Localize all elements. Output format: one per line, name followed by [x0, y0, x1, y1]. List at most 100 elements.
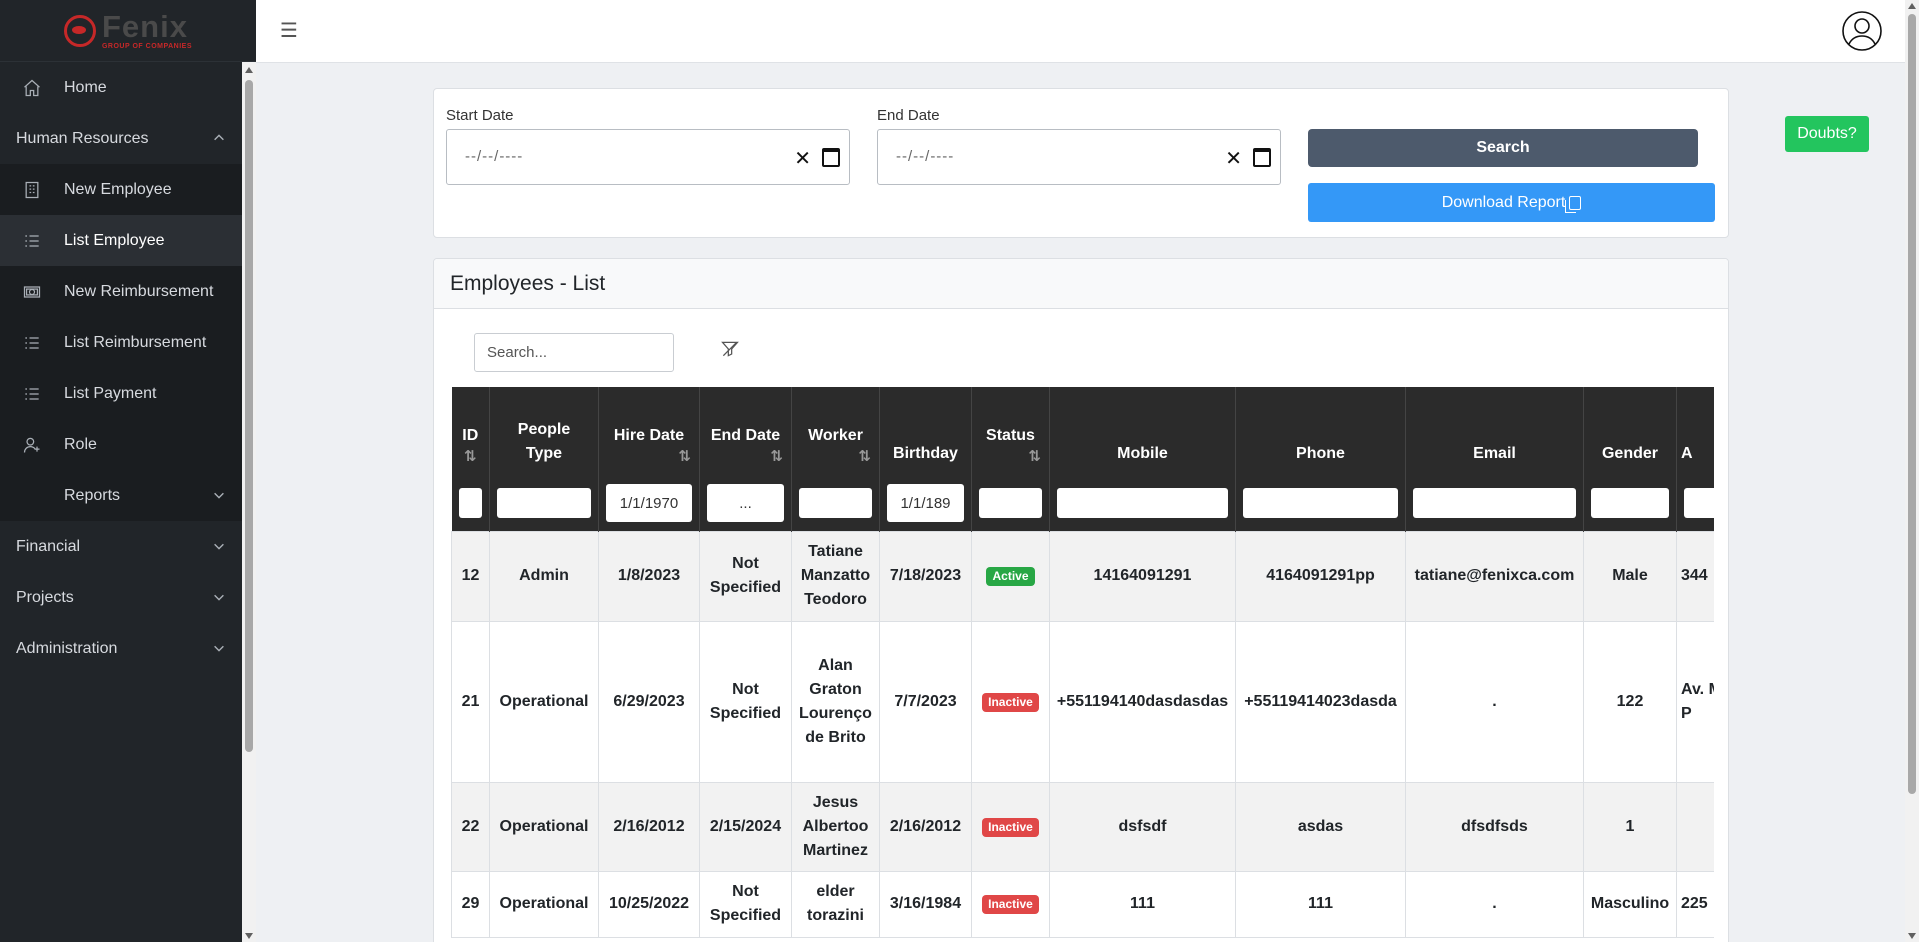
sort-icon[interactable]: ⇅ [976, 448, 1045, 466]
employees-table-wrapper[interactable]: ID ⇅ People Type Hire Date ⇅ End Date ⇅ Work… [451, 387, 1714, 942]
clear-end-date-icon[interactable]: ✕ [1225, 146, 1242, 171]
cell-status: Active [971, 530, 1050, 622]
page-scrollbar[interactable] [1905, 0, 1919, 942]
sidebar-group-projects[interactable]: Projects [0, 572, 242, 623]
column-header-phone[interactable]: Phone [1235, 387, 1406, 476]
cell-phone: 111 [1235, 870, 1406, 938]
scroll-down-arrow-icon[interactable] [245, 933, 253, 939]
sidebar-item-role[interactable]: Role [0, 419, 242, 470]
sidebar-group-administration[interactable]: Administration [0, 623, 242, 674]
sidebar-group-human-resources[interactable]: Human Resources [0, 113, 242, 164]
end-date-placeholder: --/--/---- [896, 148, 955, 165]
column-header-hire-date[interactable]: Hire Date ⇅ [598, 387, 700, 476]
cell-hire-date: 2/16/2012 [598, 781, 700, 872]
cell-phone: 4164091291pp [1235, 530, 1406, 622]
cell-worker: Jesus Albertoo Martinez [791, 781, 880, 872]
end-date-input[interactable]: --/--/---- ✕ [877, 129, 1281, 185]
cell-worker: Tatiane Manzatto Teodoro [791, 530, 880, 622]
page-scroll-thumb[interactable] [1908, 14, 1916, 794]
filter-gender-input[interactable] [1591, 488, 1669, 519]
list-icon [22, 384, 42, 404]
table-row[interactable]: 12 Admin 1/8/2023 Not Specified Tatiane … [451, 530, 1714, 622]
filter-people-type-input[interactable] [497, 488, 591, 519]
sidebar-item-new-reimbursement[interactable]: New Reimbursement [0, 266, 242, 317]
sidebar-group-label: Human Resources [16, 129, 149, 147]
sidebar-group-financial[interactable]: Financial [0, 521, 242, 572]
filter-mobile-input[interactable] [1057, 488, 1228, 519]
cell-hire-date: 1/8/2023 [598, 530, 700, 622]
logo-name: Fenix [101, 9, 188, 44]
chevron-down-icon [212, 539, 226, 553]
chevron-down-icon [212, 488, 226, 502]
sidebar-scroll-thumb[interactable] [245, 80, 253, 752]
sidebar-item-home[interactable]: Home [0, 62, 242, 113]
sidebar-item-new-employee[interactable]: New Employee [0, 164, 242, 215]
sort-icon[interactable]: ⇅ [603, 448, 695, 466]
filter-end-date-input[interactable]: ... [707, 484, 784, 523]
filter-worker-input[interactable] [799, 488, 872, 519]
table-row[interactable]: 29 Operational 10/25/2022 Not Specified … [451, 870, 1714, 938]
filter-id-input[interactable] [458, 488, 482, 519]
sidebar-group-label: Projects [16, 588, 74, 606]
calendar-icon[interactable] [822, 148, 840, 167]
start-date-input[interactable]: --/--/---- ✕ [446, 129, 850, 185]
cell-mobile: 14164091291 [1049, 530, 1236, 622]
building-icon [22, 180, 42, 200]
filter-email-input[interactable] [1413, 488, 1576, 519]
cell-hire-date: 10/25/2022 [598, 870, 700, 938]
search-button[interactable]: Search [1308, 129, 1698, 167]
table-search-input[interactable]: Search... [474, 333, 674, 372]
calendar-icon[interactable] [1253, 148, 1271, 167]
scroll-down-arrow-icon[interactable] [1908, 933, 1916, 939]
employees-list-card: Employees - List Search... ID ⇅ People Typ… [433, 258, 1729, 942]
column-header-end-date[interactable]: End Date ⇅ [699, 387, 792, 476]
sidebar-item-label: List Reimbursement [64, 333, 207, 351]
column-header-gender[interactable]: Gender [1583, 387, 1677, 476]
column-header-address[interactable]: A [1676, 387, 1714, 476]
download-report-button[interactable]: Download Report [1308, 183, 1715, 222]
column-header-birthday[interactable]: Birthday [879, 387, 972, 476]
sidebar-group-label: Financial [16, 537, 81, 555]
column-header-id[interactable]: ID ⇅ [451, 387, 490, 476]
sidebar-scrollbar[interactable] [242, 62, 256, 942]
column-header-email[interactable]: Email [1405, 387, 1584, 476]
sort-icon[interactable]: ⇅ [704, 448, 787, 466]
start-date-label: Start Date [446, 107, 514, 124]
scroll-up-arrow-icon[interactable] [245, 67, 253, 73]
doubts-button[interactable]: Doubts? [1785, 116, 1869, 152]
cell-mobile: 111 [1049, 870, 1236, 938]
sidebar-item-list-payment[interactable]: List Payment [0, 368, 242, 419]
cell-people-type: Operational [489, 781, 599, 872]
column-header-status[interactable]: Status ⇅ [971, 387, 1050, 476]
column-header-mobile[interactable]: Mobile [1049, 387, 1236, 476]
cell-birthday: 3/16/1984 [879, 870, 972, 938]
logo[interactable]: Fenix GROUP OF COMPANIES [63, 9, 192, 50]
cell-people-type: Operational [489, 870, 599, 938]
filter-address-input[interactable] [1684, 488, 1714, 519]
table-row[interactable]: 21 Operational 6/29/2023 Not Specified A… [451, 620, 1714, 783]
sidebar-item-list-reimbursement[interactable]: List Reimbursement [0, 317, 242, 368]
filter-birthday-input[interactable]: 1/1/189 [887, 484, 964, 523]
cell-hire-date: 6/29/2023 [598, 620, 700, 783]
sidebar-item-list-employee[interactable]: List Employee [0, 215, 242, 266]
cell-end-date: Not Specified [699, 530, 792, 622]
filter-hire-date-input[interactable]: 1/1/1970 [606, 484, 692, 523]
sidebar-item-reports[interactable]: Reports [0, 470, 242, 521]
sort-icon[interactable]: ⇅ [456, 448, 486, 466]
filter-icon[interactable] [720, 339, 740, 359]
column-header-worker[interactable]: Worker ⇅ [791, 387, 880, 476]
filter-phone-input[interactable] [1243, 488, 1398, 519]
cell-status: Inactive [971, 870, 1050, 938]
user-circle-icon[interactable] [1841, 10, 1883, 52]
column-header-people-type[interactable]: People Type [489, 387, 599, 476]
cell-status: Inactive [971, 620, 1050, 783]
scroll-up-arrow-icon[interactable] [1908, 3, 1916, 9]
cell-id: 29 [451, 870, 490, 938]
hamburger-menu-icon[interactable]: ☰ [280, 18, 298, 43]
sort-icon[interactable]: ⇅ [796, 448, 875, 466]
table-row[interactable]: 22 Operational 2/16/2012 2/15/2024 Jesus… [451, 781, 1714, 872]
home-icon [22, 78, 42, 98]
filter-status-input[interactable] [979, 488, 1042, 519]
clear-start-date-icon[interactable]: ✕ [794, 146, 811, 171]
employees-table: ID ⇅ People Type Hire Date ⇅ End Date ⇅ Work… [451, 387, 1714, 938]
